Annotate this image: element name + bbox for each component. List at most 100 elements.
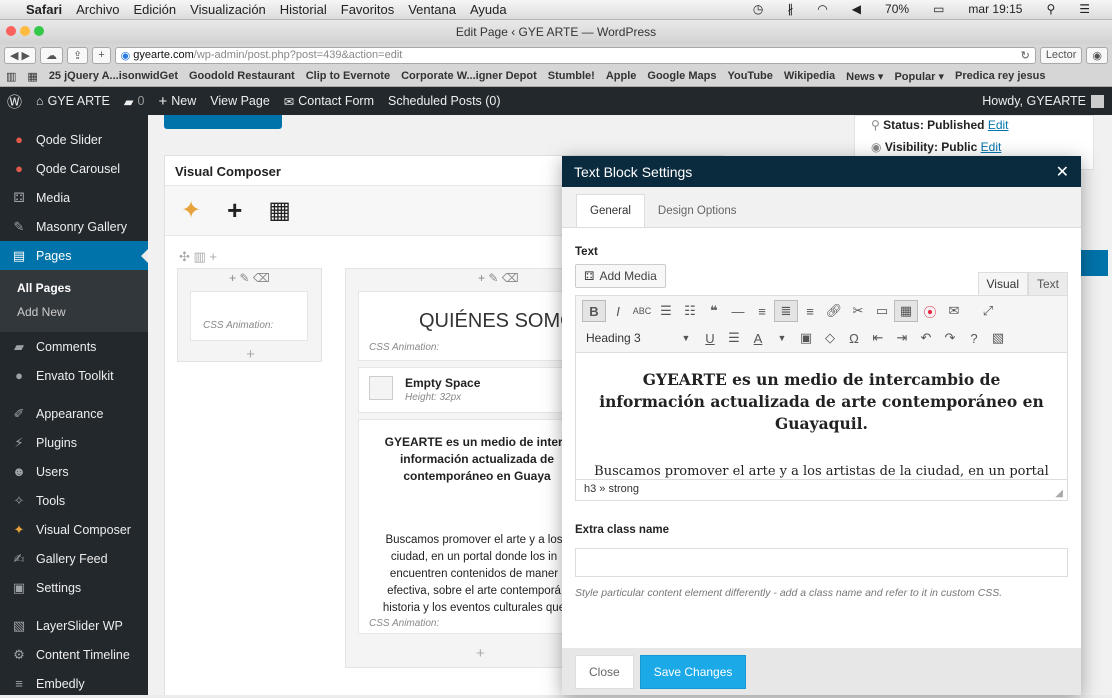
sidebar-item-tools[interactable]: ✧ Tools <box>0 486 148 515</box>
add-media-button[interactable]: ⚃ Add Media <box>575 264 666 288</box>
volume-icon[interactable]: ◀ <box>852 2 861 16</box>
strikethrough-button[interactable]: ABC <box>630 300 654 322</box>
new-link[interactable]: + New <box>158 93 196 110</box>
sidebar-item-embedly[interactable]: ≡ Embedly <box>0 669 148 698</box>
sidebar-item-plugins[interactable]: ⚡ Plugins <box>0 428 148 457</box>
view-page-link[interactable]: View Page <box>210 94 270 108</box>
sidebar-item-qode-slider[interactable]: ● Qode Slider <box>0 125 148 154</box>
share-icon[interactable]: ⇪ <box>66 46 89 64</box>
account-menu[interactable]: Howdy, GYEARTE <box>982 94 1104 108</box>
battery-percent[interactable]: 70% <box>885 2 909 16</box>
read-more-icon[interactable]: ▭ <box>870 300 894 322</box>
chevron-down-icon[interactable]: ▼ <box>674 327 698 349</box>
tab-design-options[interactable]: Design Options <box>645 195 750 227</box>
column-controls[interactable]: + ✎ ⌫ <box>478 271 519 285</box>
empty-element[interactable]: CSS Animation: <box>190 291 308 341</box>
paste-text-icon[interactable]: ▣ <box>794 327 818 349</box>
close-icon[interactable]: ✕ <box>1056 162 1069 182</box>
align-center-icon[interactable]: ≣ <box>774 300 798 322</box>
wordpress-logo-icon[interactable]: Ⓦ <box>7 91 22 112</box>
menu-ayuda[interactable]: Ayuda <box>470 2 507 17</box>
fullscreen-icon[interactable]: ⤢ <box>976 300 1000 322</box>
bookmark-item[interactable]: Clip to Evernote <box>306 70 390 82</box>
sidebar-item-pages[interactable]: ▤ Pages <box>0 241 148 270</box>
reload-icon[interactable]: ↻ <box>1021 49 1030 62</box>
add-element-icon[interactable]: + <box>227 195 242 226</box>
address-bar[interactable]: ◉ gyearte.com /wp-admin/post.php?post=43… <box>114 46 1036 64</box>
visibility-edit-link[interactable]: Edit <box>981 140 1002 154</box>
format-select[interactable]: Heading 3 <box>582 327 674 349</box>
menu-edicion[interactable]: Edición <box>134 2 177 17</box>
bookmark-item[interactable]: Predica rey jesus <box>955 70 1046 82</box>
submenu-all-pages[interactable]: All Pages <box>0 276 148 300</box>
clear-formatting-icon[interactable]: ◇ <box>818 327 842 349</box>
bluetooth-icon[interactable]: ∦ <box>787 2 793 16</box>
undo-icon[interactable]: ↶ <box>914 327 938 349</box>
sidebar-item-masonry-gallery[interactable]: ✎ Masonry Gallery <box>0 212 148 241</box>
add-to-column-icon[interactable]: + <box>178 346 323 363</box>
vc-logo-icon[interactable]: ✦ <box>181 196 201 225</box>
top-sites-icon[interactable]: ▦ <box>27 70 37 83</box>
sidebar-item-comments[interactable]: ▰ Comments <box>0 332 148 361</box>
bookmark-item[interactable]: Goodold Restaurant <box>189 70 295 82</box>
bookmark-item[interactable]: Wikipedia <box>784 70 835 82</box>
bookmark-item[interactable]: News ▾ <box>846 70 883 83</box>
reader-button[interactable]: Lector <box>1039 46 1083 64</box>
bookmark-item[interactable]: Popular ▾ <box>894 70 944 83</box>
add-to-column-icon[interactable]: + <box>476 645 485 662</box>
italic-button[interactable]: I <box>606 300 630 322</box>
bookmark-item[interactable]: Google Maps <box>647 70 716 82</box>
clock[interactable]: mar 19:15 <box>968 2 1022 16</box>
sidebar-item-qode-carousel[interactable]: ● Qode Carousel <box>0 154 148 183</box>
download-icon[interactable]: ◉ <box>1086 46 1108 64</box>
menu-archivo[interactable]: Archivo <box>76 2 119 17</box>
sidebar-item-envato-toolkit[interactable]: ● Envato Toolkit <box>0 361 148 390</box>
scheduled-posts-link[interactable]: Scheduled Posts (0) <box>388 94 501 108</box>
link-icon[interactable]: 🔗︎ <box>822 300 846 322</box>
bullet-list-icon[interactable]: ☰ <box>654 300 678 322</box>
submenu-add-new[interactable]: Add New <box>0 300 148 324</box>
comments-link[interactable]: ▰ 0 <box>124 94 145 109</box>
insert-media-icon[interactable]: ▧ <box>986 327 1010 349</box>
menu-favoritos[interactable]: Favoritos <box>341 2 394 17</box>
sidebar-item-gallery-feed[interactable]: ✍ Gallery Feed <box>0 544 148 573</box>
sidebar-item-settings[interactable]: ▣ Settings <box>0 573 148 602</box>
sidebar-item-visual-composer[interactable]: ✦ Visual Composer <box>0 515 148 544</box>
templates-icon[interactable]: ▦ <box>268 196 291 225</box>
align-left-icon[interactable]: ≡ <box>750 300 774 322</box>
editor-content[interactable]: GYEARTE es un medio de intercambio de in… <box>576 353 1067 480</box>
wifi-icon[interactable]: ◠ <box>817 2 827 16</box>
record-icon[interactable]: ⦿ <box>918 300 942 322</box>
new-tab-button[interactable]: + <box>92 46 111 64</box>
icloud-tabs-icon[interactable]: ☁ <box>39 46 63 64</box>
bookmark-item[interactable]: Apple <box>606 70 637 82</box>
sidebar-item-media[interactable]: ⚃ Media <box>0 183 148 212</box>
menu-visualizacion[interactable]: Visualización <box>190 2 266 17</box>
resize-handle-icon[interactable]: ◢ <box>1055 488 1063 499</box>
bookmark-item[interactable]: YouTube <box>727 70 772 82</box>
extra-class-input[interactable] <box>575 548 1068 577</box>
tab-general[interactable]: General <box>576 194 645 227</box>
unlink-icon[interactable]: ✂ <box>846 300 870 322</box>
numbered-list-icon[interactable]: ☷ <box>678 300 702 322</box>
chevron-down-icon[interactable]: ▼ <box>770 327 794 349</box>
zoom-window-button[interactable] <box>34 26 44 36</box>
contact-form-link[interactable]: ✉ Contact Form <box>284 94 374 109</box>
special-character-icon[interactable]: Ω <box>842 327 866 349</box>
bookmark-item[interactable]: Corporate W...igner Depot <box>401 70 537 82</box>
site-name-link[interactable]: ⌂ GYE ARTE <box>36 94 110 108</box>
side-blue-button[interactable] <box>1078 250 1108 276</box>
menu-ventana[interactable]: Ventana <box>408 2 456 17</box>
column-controls[interactable]: + ✎ ⌫ <box>178 271 321 285</box>
publish-button-partial[interactable] <box>164 115 282 129</box>
underline-button[interactable]: U <box>698 327 722 349</box>
save-changes-button[interactable]: Save Changes <box>639 654 747 689</box>
minimize-window-button[interactable] <box>20 26 30 36</box>
time-machine-icon[interactable]: ◷ <box>753 2 763 16</box>
horizontal-rule-icon[interactable]: — <box>726 300 750 322</box>
bookmark-item[interactable]: 25 jQuery A...isonwidGet <box>49 70 178 82</box>
bold-button[interactable]: B <box>582 300 606 322</box>
notification-icon[interactable]: ☰ <box>1079 2 1090 16</box>
close-button[interactable]: Close <box>575 654 634 689</box>
redo-icon[interactable]: ↷ <box>938 327 962 349</box>
